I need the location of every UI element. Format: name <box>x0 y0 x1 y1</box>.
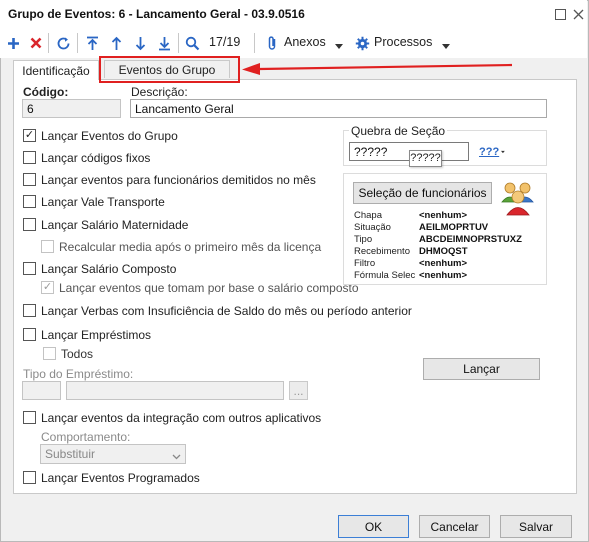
descricao-field[interactable]: Lancamento Geral <box>130 99 547 118</box>
tipo-emprestimo-description-field[interactable] <box>66 381 284 400</box>
lancar-eventos-base-checkbox[interactable]: ✓ <box>41 281 54 294</box>
lancar-vale-transporte-checkbox[interactable] <box>23 195 36 208</box>
todos-checkbox[interactable] <box>43 347 56 360</box>
lancar-eventos-grupo-label: Lançar Eventos do Grupo <box>41 129 178 143</box>
codigo-field[interactable]: 6 <box>22 99 121 118</box>
previous-record-icon[interactable] <box>108 34 124 52</box>
maximize-icon[interactable] <box>553 7 567 21</box>
lancar-verbas-insuficiencia-label: Lançar Verbas com Insuficiência de Saldo… <box>41 304 412 318</box>
quebra-secao-selector[interactable]: ??? <box>479 142 505 161</box>
lancar-programados-checkbox[interactable] <box>23 471 36 484</box>
annotation-highlight-box <box>99 56 240 83</box>
anexos-menu[interactable]: Anexos <box>284 35 326 49</box>
lancar-salario-composto-label: Lançar Salário Composto <box>41 262 177 276</box>
chapa-key: Chapa <box>354 210 382 221</box>
recalcular-media-checkbox[interactable] <box>41 240 54 253</box>
lancar-button[interactable]: Lançar <box>423 358 540 380</box>
delete-icon[interactable] <box>28 34 44 52</box>
selecao-funcionarios-button[interactable]: Seleção de funcionários <box>353 182 492 204</box>
close-icon[interactable] <box>571 7 585 21</box>
lancar-eventos-base-label: Lançar eventos que tomam por base o salá… <box>59 281 359 295</box>
paperclip-icon[interactable] <box>264 34 280 52</box>
formula-selec-key: Fórmula Selec <box>354 270 416 281</box>
processos-dropdown-icon[interactable] <box>442 40 450 52</box>
situacao-value: AEILMOPRTUV <box>419 222 489 233</box>
record-counter: 17/19 <box>209 35 241 49</box>
tipo-emprestimo-label: Tipo do Empréstimo: <box>23 367 134 381</box>
search-icon[interactable] <box>184 34 200 52</box>
annotation-arrow <box>242 63 513 75</box>
comportamento-label: Comportamento: <box>41 430 131 444</box>
situacao-key: Situação <box>354 222 391 233</box>
lancar-emprestimos-label: Lançar Empréstimos <box>41 328 152 342</box>
lancar-integracao-label: Lançar eventos da integração com outros … <box>41 411 322 425</box>
comportamento-select[interactable]: Substituir <box>40 444 186 464</box>
tipo-value: ABCDEIMNOPRSTUXZ <box>419 234 522 245</box>
quebra-secao-label: Quebra de Seção <box>349 124 448 138</box>
tab-identificacao[interactable]: Identificação <box>13 60 99 80</box>
lancar-salario-maternidade-checkbox[interactable] <box>23 218 36 231</box>
toolbar-separator <box>77 33 78 53</box>
ok-button[interactable]: OK <box>338 515 409 538</box>
first-record-icon[interactable] <box>84 34 100 52</box>
gear-icon[interactable] <box>354 34 370 52</box>
lancar-demitidos-label: Lançar eventos para funcionários demitid… <box>41 173 316 187</box>
lancar-demitidos-checkbox[interactable] <box>23 173 36 186</box>
lancar-eventos-grupo-checkbox[interactable]: ✓ <box>23 129 36 142</box>
users-icon <box>499 180 537 216</box>
filtro-key: Filtro <box>354 258 376 269</box>
toolbar-separator <box>178 33 179 53</box>
tipo-emprestimo-code-field[interactable] <box>22 381 61 400</box>
recebimento-value: DHMOQST <box>419 246 468 257</box>
chapa-value: <nenhum> <box>419 210 468 221</box>
window-title: Grupo de Eventos: 6 - Lancamento Geral -… <box>8 7 305 21</box>
lancar-programados-label: Lançar Eventos Programados <box>41 471 200 485</box>
quebra-selector-text: ??? <box>479 145 500 158</box>
lancar-codigos-fixos-label: Lançar códigos fixos <box>41 151 151 165</box>
refresh-icon[interactable] <box>55 34 71 52</box>
recalcular-media-label: Recalcular media após o primeiro mês da … <box>59 240 322 254</box>
filtro-value: <nenhum> <box>419 258 468 269</box>
comportamento-value: Substituir <box>45 447 96 461</box>
toolbar-separator <box>48 33 49 53</box>
lancar-verbas-insuficiencia-checkbox[interactable] <box>23 304 36 317</box>
quebra-secao-tooltip: ????? <box>409 150 442 167</box>
anexos-dropdown-icon[interactable] <box>335 40 343 52</box>
chevron-down-icon[interactable] <box>172 451 181 463</box>
toolbar-separator <box>254 33 255 53</box>
save-button[interactable]: Salvar <box>500 515 572 538</box>
recebimento-key: Recebimento <box>354 246 410 257</box>
todos-label: Todos <box>61 347 94 361</box>
tipo-emprestimo-browse-button[interactable]: ... <box>289 381 308 400</box>
codigo-label: Código: <box>23 85 69 99</box>
tipo-key: Tipo <box>354 234 373 245</box>
descricao-label: Descrição: <box>131 85 188 99</box>
last-record-icon[interactable] <box>156 34 172 52</box>
cancel-button[interactable]: Cancelar <box>419 515 490 538</box>
lancar-salario-composto-checkbox[interactable] <box>23 262 36 275</box>
lancar-codigos-fixos-checkbox[interactable] <box>23 151 36 164</box>
next-record-icon[interactable] <box>132 34 148 52</box>
processos-menu[interactable]: Processos <box>374 35 432 49</box>
add-icon[interactable] <box>5 34 21 52</box>
selector-dropdown-icon <box>501 150 505 153</box>
lancar-salario-maternidade-label: Lançar Salário Maternidade <box>41 218 189 232</box>
formula-selec-value: <nenhum> <box>419 270 468 281</box>
lancar-integracao-checkbox[interactable] <box>23 411 36 424</box>
lancar-vale-transporte-label: Lançar Vale Transporte <box>41 195 165 209</box>
lancar-emprestimos-checkbox[interactable] <box>23 328 36 341</box>
